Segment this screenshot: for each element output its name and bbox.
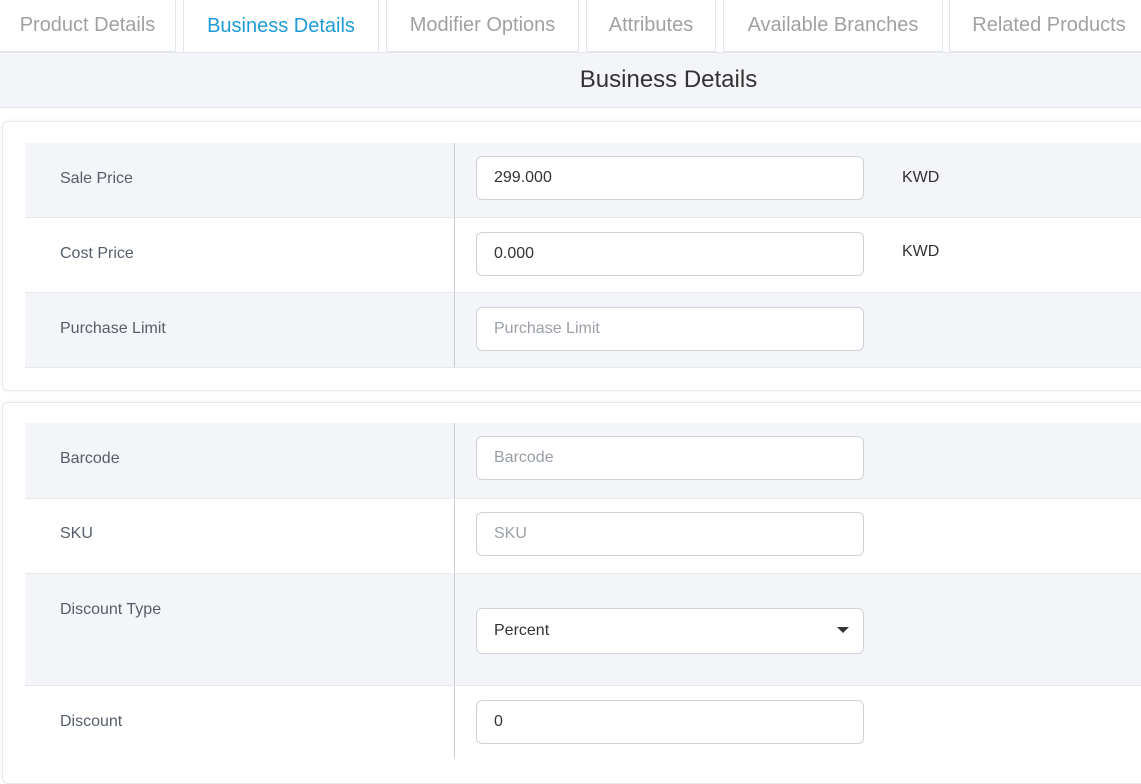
tab-label: Related Products [972, 14, 1126, 36]
purchase-limit-label: Purchase Limit [60, 320, 166, 337]
tab-label: Attributes [608, 14, 694, 36]
column-divider [454, 423, 455, 498]
sale-price-label: Sale Price [60, 170, 133, 187]
tab-label: Business Details [207, 14, 355, 37]
cost-price-row: Cost Price 0.000 KWD [25, 218, 1141, 293]
column-divider [454, 499, 455, 573]
tab-label: Product Details [19, 14, 156, 36]
column-divider [454, 686, 455, 758]
tab-label: Modifier Options [409, 14, 556, 36]
sale-price-input[interactable]: 299.000 [476, 156, 864, 200]
inventory-card: Barcode Barcode SKU SKU Discount Type Pe… [2, 402, 1141, 784]
discount-type-value: Percent [494, 622, 550, 639]
sku-label: SKU [60, 525, 93, 542]
caret-down-icon [837, 627, 849, 633]
tab-business-details[interactable]: Business Details [183, 0, 379, 52]
tab-label: Available Branches [747, 14, 919, 36]
cost-price-input[interactable]: 0.000 [476, 232, 864, 276]
purchase-limit-row: Purchase Limit Purchase Limit [25, 293, 1141, 368]
discount-type-row: Discount Type Percent [25, 574, 1141, 686]
pricing-card: Sale Price 299.000 KWD Cost Price 0.000 … [2, 121, 1141, 391]
column-divider [454, 143, 455, 217]
discount-row: Discount 0 [25, 686, 1141, 766]
cost-price-currency: KWD [902, 243, 940, 260]
sale-price-row: Sale Price 299.000 KWD [25, 143, 1141, 218]
section-header: Business Details [0, 53, 1141, 108]
column-divider [454, 218, 455, 292]
tab-product-details[interactable]: Product Details [0, 0, 176, 52]
sku-input[interactable]: SKU [476, 512, 864, 556]
column-divider [454, 574, 455, 685]
tab-attributes[interactable]: Attributes [586, 0, 716, 52]
section-title: Business Details [579, 66, 758, 93]
tab-related-products[interactable]: Related Products [949, 0, 1141, 52]
tab-available-branches[interactable]: Available Branches [723, 0, 943, 52]
column-divider [454, 293, 455, 367]
discount-type-label: Discount Type [60, 601, 162, 618]
sale-price-currency: KWD [902, 169, 940, 186]
purchase-limit-input[interactable]: Purchase Limit [476, 307, 864, 351]
cost-price-label: Cost Price [60, 245, 134, 262]
tab-modifier-options[interactable]: Modifier Options [386, 0, 579, 52]
discount-label: Discount [60, 713, 123, 730]
barcode-label: Barcode [60, 450, 120, 467]
tab-bar: Product Details Business Details Modifie… [0, 0, 1141, 53]
barcode-row: Barcode Barcode [25, 423, 1141, 499]
discount-input[interactable]: 0 [476, 700, 864, 744]
sku-row: SKU SKU [25, 499, 1141, 574]
discount-type-select[interactable]: Percent [476, 608, 864, 654]
barcode-input[interactable]: Barcode [476, 436, 864, 480]
